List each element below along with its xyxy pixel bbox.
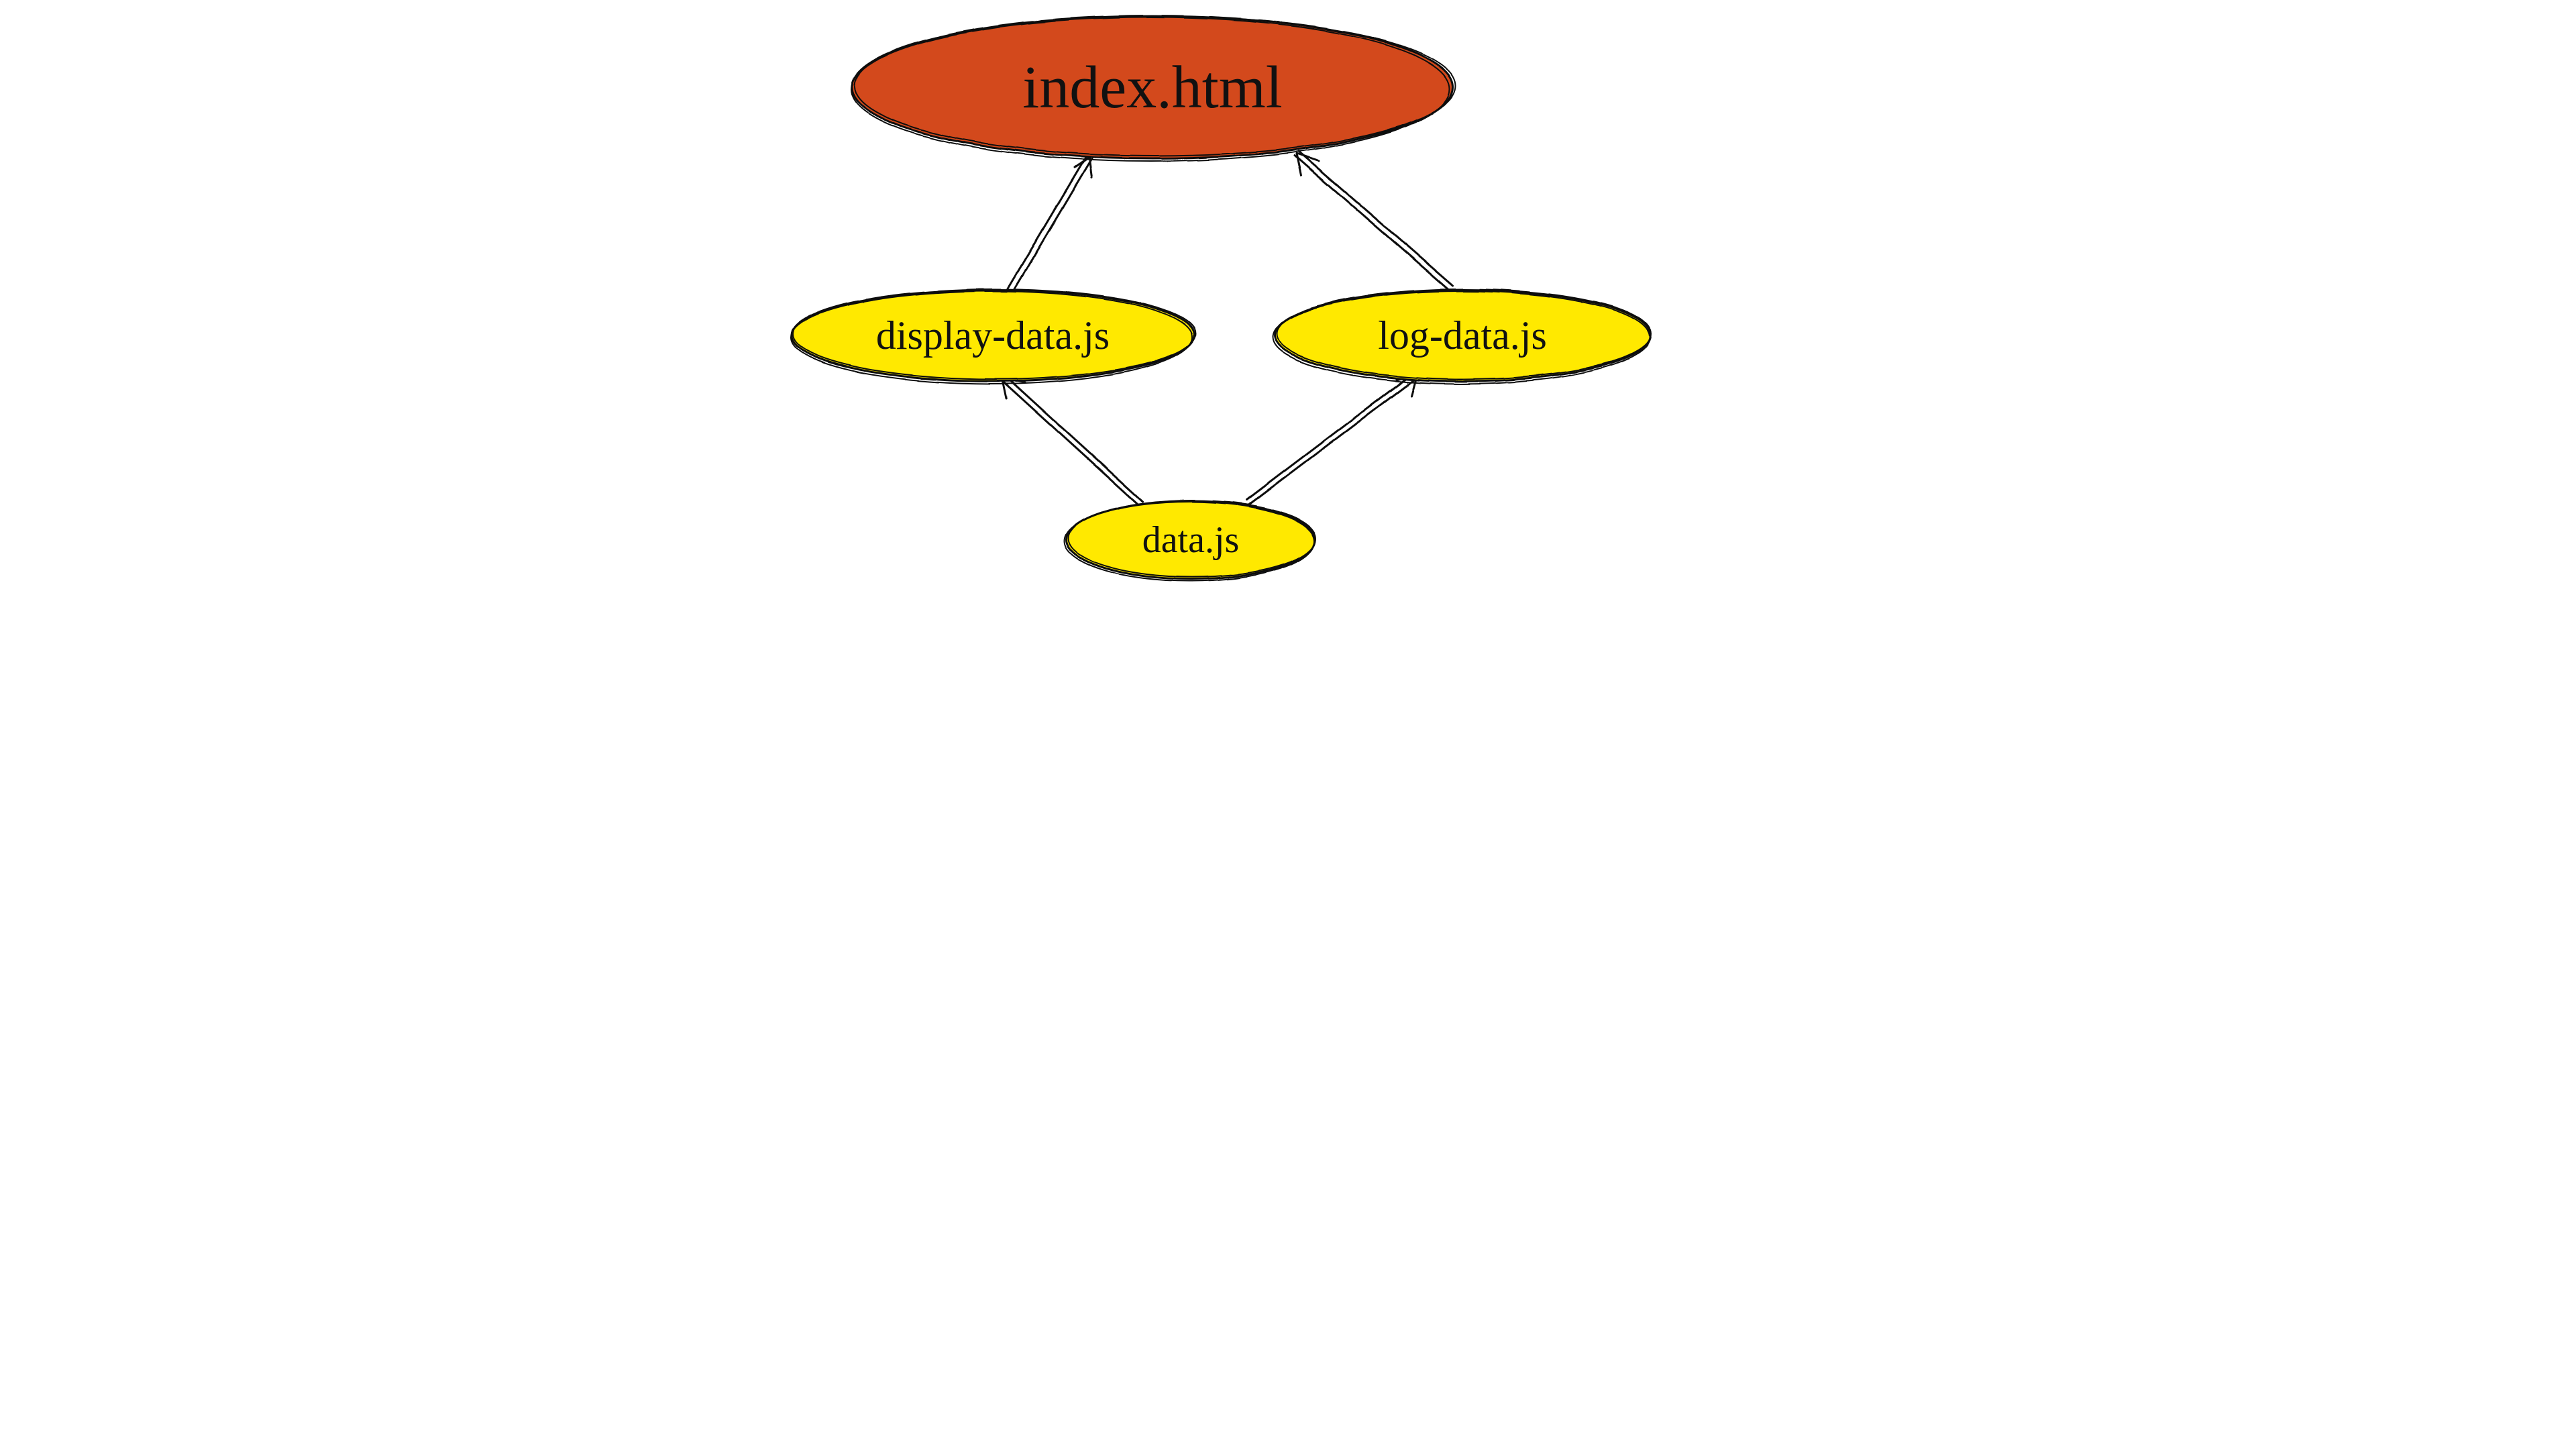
node-bottom: data.js [1067,510,1315,570]
node-right: log-data.js [1275,305,1650,366]
node-left-label: display-data.js [876,313,1110,359]
edge-bottom-to-left [1000,374,1143,507]
edge-left-to-root [1006,156,1092,294]
diagram-canvas: index.html display-data.js log-data.js d… [785,0,1791,584]
node-root: index.html [852,39,1453,136]
node-right-label: log-data.js [1378,313,1547,359]
edge-right-to-root [1295,152,1453,290]
node-bottom-label: data.js [1142,519,1240,562]
node-root-label: index.html [1022,53,1282,122]
node-left: display-data.js [792,305,1194,366]
edge-bottom-to-right [1246,372,1419,504]
